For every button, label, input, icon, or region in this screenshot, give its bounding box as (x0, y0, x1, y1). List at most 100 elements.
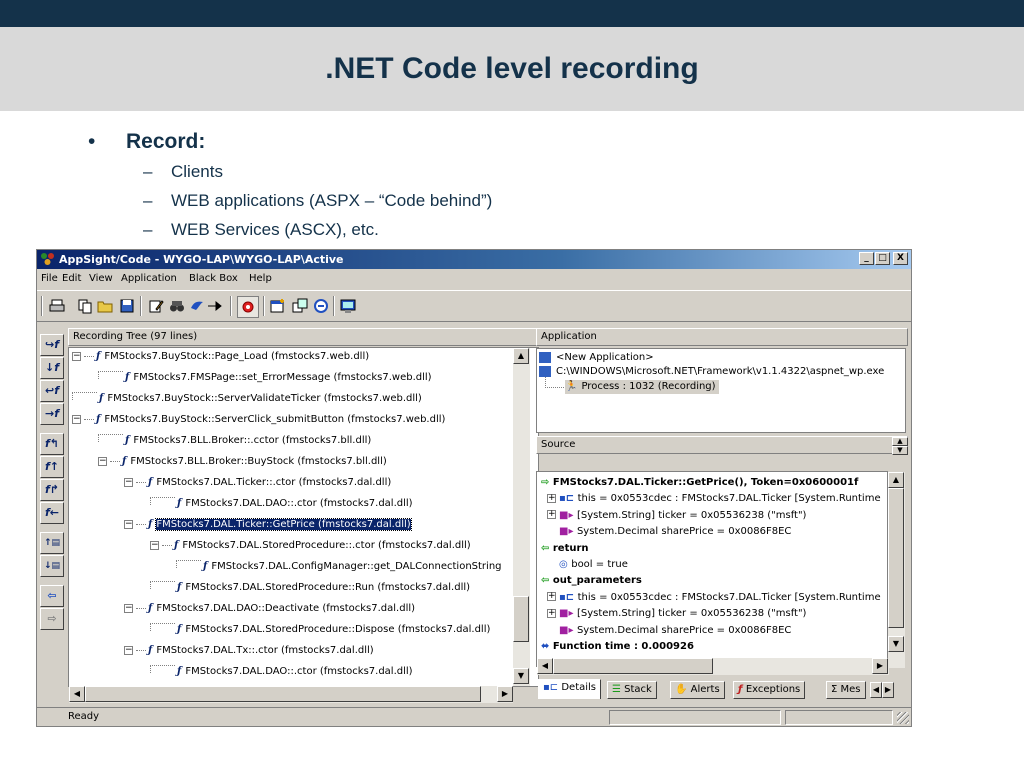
source-row[interactable]: + ■▸ [System.String] ticker = 0x05536238 … (547, 509, 806, 523)
collapse-toggle-icon[interactable]: − (72, 414, 81, 424)
scroll-down-icon[interactable]: ▼ (513, 668, 529, 684)
collapse-toggle-icon[interactable]: − (72, 351, 81, 361)
globe-icon[interactable] (313, 298, 329, 314)
tree-row[interactable]: − ƒ FMStocks7.DAL.StoredProcedure::.ctor (… (150, 539, 471, 553)
scroll-thumb[interactable] (888, 488, 904, 628)
tree-row[interactable]: ƒ FMStocks7.DAL.StoredProcedure::Run (fms… (150, 581, 470, 595)
step-over-button[interactable]: →f (40, 403, 64, 425)
collapse-toggle-icon[interactable]: − (124, 603, 133, 613)
windows-icon[interactable] (292, 298, 308, 314)
collapse-toggle-icon[interactable]: − (124, 519, 133, 529)
application-tree[interactable]: <New Application> C:\WINDOWS\Microsoft.N… (536, 348, 906, 433)
pin-icon[interactable] (207, 298, 223, 314)
expand-toggle-icon[interactable]: + (547, 592, 556, 602)
edit-icon[interactable] (148, 298, 164, 314)
tree-row[interactable]: − ƒ FMStocks7.DAL.Tx::.ctor (fmstocks7.dal… (124, 644, 374, 658)
scroll-up-icon[interactable]: ▲ (513, 348, 529, 364)
step-out-button[interactable]: f↰ (40, 433, 64, 455)
save-icon[interactable] (119, 298, 135, 314)
step-into-button[interactable]: ↪f (40, 334, 64, 356)
menu-black-box[interactable]: Black Box (189, 273, 238, 284)
scroll-right-icon[interactable]: ▶ (872, 658, 888, 674)
scroll-down-icon[interactable]: ▼ (888, 636, 904, 652)
record-icon[interactable] (237, 296, 259, 318)
tree-row[interactable]: ƒ FMStocks7.BuyStock::ServerValidateTicke… (72, 392, 422, 406)
step-up-button[interactable]: f↑ (40, 456, 64, 478)
step-previous-button[interactable]: f← (40, 502, 64, 524)
collapse-toggle-icon[interactable]: − (150, 540, 159, 550)
tab-stack[interactable]: ☰ Stack (607, 681, 657, 699)
collapse-toggle-icon[interactable]: − (124, 477, 133, 487)
maximize-button[interactable]: □ (875, 252, 890, 265)
open-folder-icon[interactable] (97, 298, 113, 314)
expand-toggle-icon[interactable]: + (547, 608, 556, 618)
tab-exceptions[interactable]: ƒ Exceptions (733, 681, 806, 699)
copy-icon[interactable] (77, 298, 93, 314)
tree-vertical-scrollbar[interactable]: ▲ ▼ (513, 348, 530, 686)
bird-icon[interactable] (189, 298, 205, 314)
step-down-button[interactable]: ↓f (40, 357, 64, 379)
tree-row[interactable]: − ƒ FMStocks7.DAL.Ticker::.ctor (fmstocks7… (124, 476, 391, 490)
source-row[interactable]: ⇦ out_parameters (541, 574, 642, 588)
recording-tree[interactable]: − ƒ FMStocks7.BuyStock::Page_Load (fmstock… (68, 347, 539, 687)
source-row[interactable]: ◎ bool = true (559, 558, 628, 572)
spin-up-icon[interactable]: ▲ (892, 437, 908, 446)
tree-row[interactable]: − ƒ FMStocks7.DAL.Ticker::GetPrice (fmstoc… (124, 518, 412, 532)
source-row[interactable]: ⇦ return (541, 542, 589, 556)
scroll-up-icon[interactable]: ▲ (888, 472, 904, 488)
list-item[interactable]: C:\WINDOWS\Microsoft.NET\Framework\v1.1.… (539, 365, 884, 379)
tab-scroll-right-icon[interactable]: ▶ (882, 682, 894, 698)
source-row[interactable]: ⬌ Function time : 0.000926 (541, 640, 694, 654)
source-row[interactable]: ⇨ FMStocks7.DAL.Ticker::GetPrice(), Toke… (541, 476, 858, 490)
page-up-button[interactable]: ↑▤ (40, 532, 64, 554)
collapse-toggle-icon[interactable]: − (124, 645, 133, 655)
scroll-left-icon[interactable]: ◀ (537, 658, 553, 674)
menu-help[interactable]: Help (249, 273, 272, 284)
window-titlebar[interactable]: AppSight/Code - WYGO-LAP\WYGO-LAP\Active… (37, 250, 911, 269)
new-window-icon[interactable] (270, 298, 286, 314)
list-item-process[interactable]: 🏃 Process : 1032 (Recording) (565, 380, 719, 394)
scroll-right-icon[interactable]: ▶ (497, 686, 513, 702)
source-row[interactable]: + ▪⊏ this = 0x0553cdec : FMStocks7.DAL.Ti… (547, 591, 881, 605)
expand-toggle-icon[interactable]: + (547, 493, 556, 503)
step-next-button[interactable]: f↱ (40, 479, 64, 501)
close-button[interactable]: X (893, 252, 908, 265)
source-horizontal-scrollbar[interactable]: ◀ ▶ (537, 658, 889, 675)
source-vertical-scrollbar[interactable]: ▲ ▼ (888, 472, 905, 668)
scroll-left-icon[interactable]: ◀ (69, 686, 85, 702)
tree-row[interactable]: ƒ FMStocks7.DAL.StoredProcedure::Dispose … (150, 623, 490, 637)
minimize-button[interactable]: _ (859, 252, 874, 265)
tree-row[interactable]: ƒ FMStocks7.DAL.DAO::.ctor (fmstocks7.dal… (150, 665, 413, 679)
tree-row[interactable]: − ƒ FMStocks7.DAL.DAO::Deactivate (fmstock… (124, 602, 415, 616)
monitor-icon[interactable] (340, 298, 356, 314)
print-icon[interactable] (49, 298, 65, 314)
tree-row[interactable]: ƒ FMStocks7.DAL.ConfigManager::get_DALCon… (176, 560, 502, 574)
source-row[interactable]: + ▪⊏ this = 0x0553cdec : FMStocks7.DAL.Ti… (547, 492, 881, 506)
binoculars-icon[interactable] (169, 298, 185, 314)
tree-row[interactable]: − ƒ FMStocks7.BLL.Broker::BuyStock (fmstoc… (98, 455, 387, 469)
tree-row[interactable]: − ƒ FMStocks7.BuyStock::ServerClick_submit… (72, 413, 445, 427)
menu-edit[interactable]: Edit (62, 273, 81, 284)
source-row[interactable]: ■▸ System.Decimal sharePrice = 0x0086F8E… (559, 624, 791, 638)
menu-file[interactable]: File (41, 273, 58, 284)
scroll-thumb[interactable] (513, 596, 529, 642)
back-arrow-button[interactable]: ⇦ (40, 585, 64, 607)
forward-arrow-button[interactable]: ⇨ (40, 608, 64, 630)
page-down-button[interactable]: ↓▤ (40, 555, 64, 577)
tree-horizontal-scrollbar[interactable]: ◀ ▶ (69, 686, 513, 703)
tree-row[interactable]: ƒ FMStocks7.FMSPage::set_ErrorMessage (fm… (98, 371, 432, 385)
tab-messages[interactable]: Σ Mes (826, 681, 866, 699)
menu-view[interactable]: View (89, 273, 113, 284)
tree-row[interactable]: ƒ FMStocks7.DAL.DAO::.ctor (fmstocks7.dal… (150, 497, 413, 511)
spin-down-icon[interactable]: ▼ (892, 446, 908, 455)
expand-toggle-icon[interactable]: + (547, 510, 556, 520)
step-back-button[interactable]: ↩f (40, 380, 64, 402)
source-row[interactable]: ■▸ System.Decimal sharePrice = 0x0086F8E… (559, 525, 791, 539)
scroll-thumb[interactable] (85, 686, 481, 702)
source-row[interactable]: + ■▸ [System.String] ticker = 0x05536238 … (547, 607, 806, 621)
menu-application[interactable]: Application (121, 273, 177, 284)
tab-scroll-left-icon[interactable]: ◀ (870, 682, 882, 698)
tree-row[interactable]: − ƒ FMStocks7.BuyStock::Page_Load (fmstock… (72, 350, 369, 364)
scroll-thumb[interactable] (553, 658, 713, 674)
list-item[interactable]: <New Application> (539, 351, 654, 365)
